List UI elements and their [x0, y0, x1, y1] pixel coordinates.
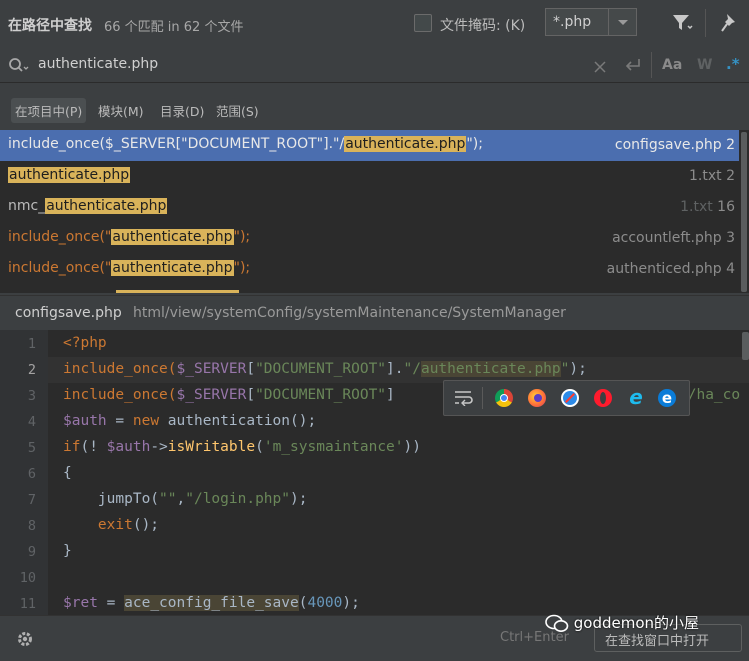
result-file: 1.txt 16: [680, 199, 735, 215]
code-line: <?php: [63, 335, 107, 351]
opera-icon[interactable]: [594, 389, 612, 407]
scope-module[interactable]: 模块(M): [94, 98, 148, 123]
chrome-icon[interactable]: [495, 389, 513, 407]
editor-scrollbar[interactable]: [742, 332, 749, 360]
result-file: configsave.php 2: [614, 137, 735, 153]
code-line: jumpTo("","/login.php");: [63, 491, 308, 507]
line-number: 4: [27, 414, 36, 430]
pin-icon[interactable]: [720, 12, 740, 38]
result-code: include_once($_SERVER["DOCUMENT_ROOT"]."…: [8, 136, 483, 152]
firefox-icon[interactable]: [528, 389, 546, 407]
file-mask-select[interactable]: *.php: [545, 8, 637, 36]
code-line: {: [63, 465, 72, 481]
regex-toggle[interactable]: .*: [726, 55, 740, 73]
safari-icon[interactable]: [561, 389, 579, 407]
dialog-title: 在路径中查找: [8, 18, 92, 34]
clear-icon[interactable]: [594, 58, 606, 77]
results-list: include_once($_SERVER["DOCUMENT_ROOT"]."…: [0, 130, 749, 293]
line-number: 10: [19, 570, 36, 586]
code-line: exit();: [97, 517, 160, 533]
match-case-toggle[interactable]: Aa: [662, 57, 682, 73]
result-code: nmc_authenticate.php: [8, 198, 168, 214]
file-mask-value: *.php: [553, 14, 592, 30]
result-row[interactable]: include_once("authenticate.php"); accoun…: [0, 223, 739, 254]
result-file: accountleft.php 3: [612, 230, 735, 246]
search-input[interactable]: authenticate.php: [38, 56, 158, 72]
code-line: $auth = new authentication();: [63, 413, 317, 429]
popup-divider: [482, 387, 483, 409]
scope-project[interactable]: 在项目中(P): [11, 98, 87, 123]
result-row[interactable]: nmc_authenticate.php 1.txt 16: [0, 192, 739, 223]
header-divider: [705, 9, 706, 37]
search-history-icon[interactable]: [8, 57, 30, 79]
scope-directory[interactable]: 目录(D): [156, 98, 208, 123]
line-number: 2: [27, 362, 36, 378]
wechat-icon: [545, 614, 569, 634]
line-number: 9: [27, 544, 36, 560]
gear-icon[interactable]: [15, 629, 35, 653]
newline-icon[interactable]: [624, 57, 642, 77]
ie-icon[interactable]: e: [627, 387, 645, 407]
result-code: authenticate.php: [8, 167, 131, 183]
partial-row-highlight: [116, 290, 239, 293]
result-file: authenticed.php 4: [606, 261, 735, 277]
preview-path-bar: configsave.php html/view/systemConfig/sy…: [0, 295, 749, 330]
result-row[interactable]: authenticate.php 1.txt 2: [0, 161, 739, 192]
open-in-browser-popup: e e: [443, 380, 690, 416]
wrap-icon[interactable]: [454, 390, 474, 410]
line-number: 3: [27, 388, 36, 404]
file-mask-checkbox[interactable]: [414, 14, 432, 32]
watermark-text: goddemon的小屋: [573, 614, 700, 632]
edge-icon[interactable]: e: [658, 389, 676, 407]
line-number: 5: [27, 440, 36, 456]
search-divider: [651, 52, 652, 78]
watermark: goddemon的小屋: [545, 612, 699, 634]
code-line: }: [63, 543, 72, 559]
code-line: include_once($_SERVER["DOCUMENT_ROOT"]: [63, 387, 395, 403]
result-row[interactable]: include_once($_SERVER["DOCUMENT_ROOT"]."…: [0, 130, 739, 161]
code-line: $ret = ace_config_file_save(4000);: [63, 595, 360, 611]
result-code: include_once("authenticate.php");: [8, 229, 251, 245]
whole-words-toggle[interactable]: W: [697, 57, 712, 73]
match-count: 66 个匹配 in 62 个文件: [104, 20, 244, 35]
code-preview-editor[interactable]: 1 2 3 4 5 6 7 8 9 10 11 <?php include_on…: [0, 330, 749, 615]
line-number: 8: [27, 518, 36, 534]
scope-custom[interactable]: 范围(S): [212, 98, 263, 123]
result-file: 1.txt 2: [689, 168, 735, 184]
line-number: 11: [19, 596, 36, 612]
search-row: authenticate.php Aa W .*: [0, 48, 749, 83]
filter-icon[interactable]: [671, 13, 693, 37]
line-number: 7: [27, 492, 36, 508]
chevron-down-icon[interactable]: [608, 9, 636, 35]
find-in-path-header: 在路径中查找 66 个匹配 in 62 个文件 文件掩码: (K) *.php: [0, 0, 749, 49]
preview-file-name: configsave.php: [15, 305, 122, 321]
line-gutter: 1 2 3 4 5 6 7 8 9 10 11: [0, 330, 48, 615]
file-mask-label: 文件掩码: (K): [440, 18, 526, 34]
code-line: include_once($_SERVER["DOCUMENT_ROOT"]."…: [63, 361, 587, 377]
scope-tabs: 在项目中(P) 模块(M) 目录(D) 范围(S): [0, 83, 749, 130]
result-row[interactable]: include_once("authenticate.php"); authen…: [0, 254, 739, 285]
line-number: 6: [27, 466, 36, 482]
results-scrollbar[interactable]: [741, 132, 747, 292]
preview-file-path: html/view/systemConfig/systemMaintenance…: [133, 305, 566, 321]
code-line: if(! $auth->isWritable('m_sysmaintance')…: [63, 439, 421, 455]
result-code: include_once("authenticate.php");: [8, 260, 251, 276]
line-number: 1: [27, 336, 36, 352]
